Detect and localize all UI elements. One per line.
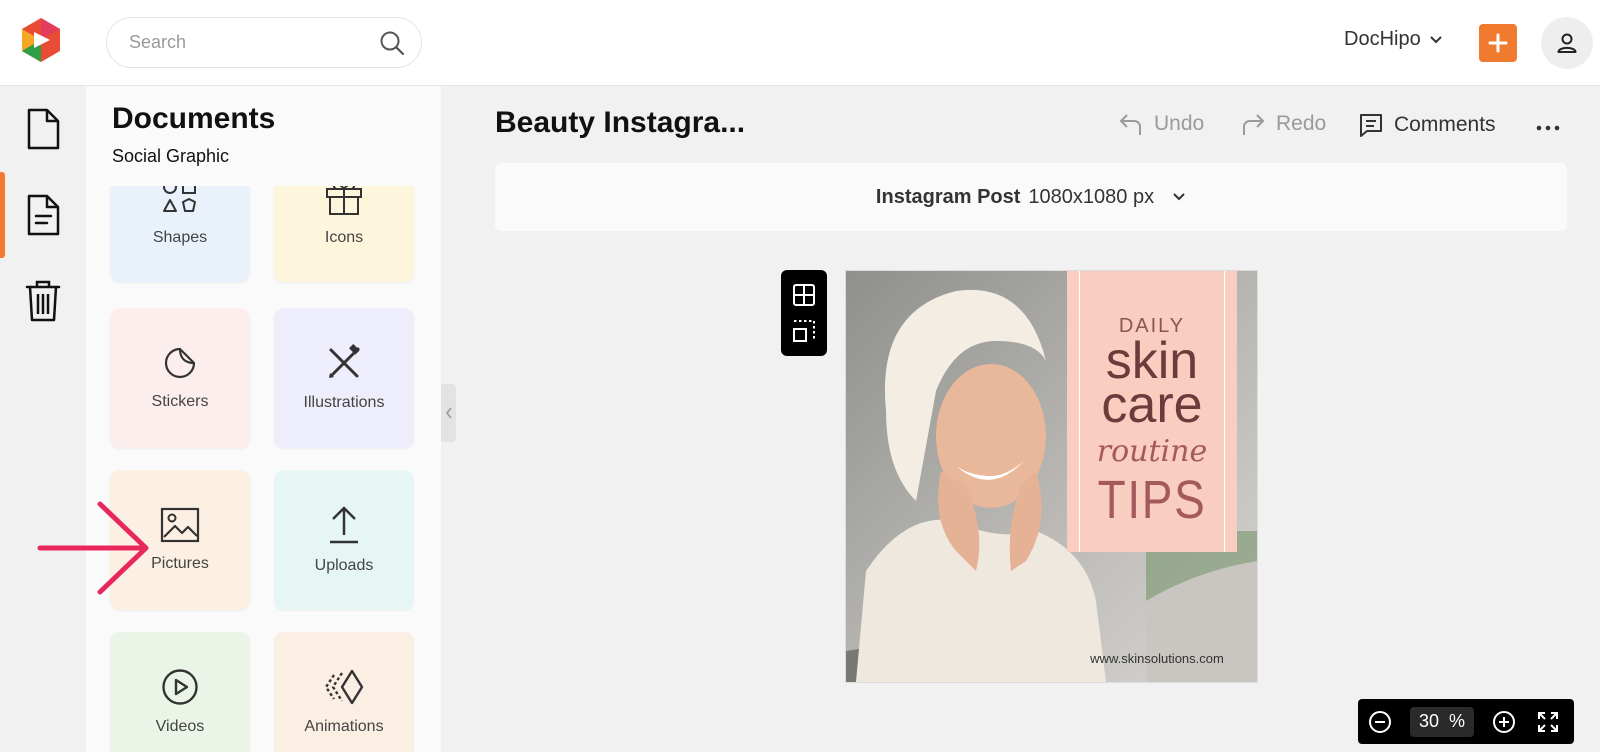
sticker-icon xyxy=(164,347,196,379)
chevron-down-icon xyxy=(1173,193,1185,201)
tile-label: Uploads xyxy=(314,557,374,574)
title-card[interactable]: DAILY skin care routine TIPS xyxy=(1067,271,1237,552)
design-canvas[interactable]: DAILY skin care routine TIPS www.skinsol… xyxy=(846,271,1257,682)
tile-label: Shapes xyxy=(152,229,208,246)
fullscreen-button[interactable] xyxy=(1526,699,1570,744)
redo-button[interactable]: Redo xyxy=(1240,112,1326,136)
zoom-out-button[interactable] xyxy=(1358,699,1402,744)
text-website-url[interactable]: www.skinsolutions.com xyxy=(1062,651,1252,666)
trash-icon xyxy=(25,280,61,322)
plus-icon xyxy=(1488,33,1508,53)
undo-button[interactable]: Undo xyxy=(1118,112,1204,136)
zoom-value-field[interactable]: 30 % xyxy=(1410,706,1474,737)
zoom-value: 30 xyxy=(1418,711,1439,731)
top-bar: DocHipo xyxy=(0,0,1600,86)
rail-item-current-document[interactable] xyxy=(0,172,86,258)
search-box[interactable] xyxy=(106,17,422,68)
tile-label: Illustrations xyxy=(303,394,385,411)
zoom-controls: 30 % xyxy=(1358,699,1574,744)
comments-label: Comments xyxy=(1394,113,1496,136)
image-icon xyxy=(160,507,200,543)
grid-icon[interactable] xyxy=(792,283,816,307)
expand-icon xyxy=(1538,711,1558,732)
account-label: DocHipo xyxy=(1344,28,1421,50)
tile-shapes[interactable]: Shapes xyxy=(110,186,250,282)
rail-item-trash[interactable] xyxy=(0,258,86,344)
format-size: 1080x1080 px xyxy=(1028,185,1155,208)
profile-button[interactable] xyxy=(1541,17,1593,69)
undo-icon xyxy=(1119,114,1141,135)
tile-label: Animations xyxy=(304,718,384,735)
format-size-selector[interactable]: Instagram Post 1080x1080 px xyxy=(495,163,1567,231)
tile-label: Icons xyxy=(324,229,364,246)
tile-label: Pictures xyxy=(151,555,209,572)
chevron-left-icon xyxy=(445,407,452,419)
chevron-down-icon xyxy=(1429,28,1443,51)
play-circle-icon xyxy=(162,669,198,705)
more-horizontal-icon xyxy=(1536,125,1560,131)
more-options-button[interactable] xyxy=(1534,114,1562,142)
tile-videos[interactable]: Videos xyxy=(110,632,250,752)
tile-label: Stickers xyxy=(151,393,209,410)
comment-icon xyxy=(1360,114,1382,137)
collapse-panel-handle[interactable] xyxy=(441,384,456,442)
minus-circle-icon xyxy=(1369,710,1391,733)
element-tiles: Shapes Icons Stickers Illustrations Pict… xyxy=(86,186,441,752)
tile-animations[interactable]: Animations xyxy=(274,632,414,752)
plus-circle-icon xyxy=(1493,710,1515,733)
tile-icons[interactable]: Icons xyxy=(274,186,414,282)
search-input[interactable] xyxy=(129,18,369,67)
undo-label: Undo xyxy=(1154,112,1205,135)
gift-icon xyxy=(326,186,362,215)
text-care[interactable]: care xyxy=(1067,379,1237,431)
shapes-icon xyxy=(163,186,196,212)
panel-subtitle: Social Graphic xyxy=(112,146,230,166)
documents-panel: Documents Social Graphic Shapes Icons St… xyxy=(86,86,441,752)
redo-icon xyxy=(1243,114,1265,135)
rail-item-documents[interactable] xyxy=(0,86,86,172)
canvas-tools xyxy=(781,270,827,356)
tile-label: Videos xyxy=(155,718,205,735)
zoom-unit: % xyxy=(1449,711,1466,731)
document-title[interactable]: Beauty Instagra... xyxy=(495,106,745,140)
text-tips[interactable]: TIPS xyxy=(1080,473,1225,527)
pen-brush-icon xyxy=(329,344,360,378)
animation-icon xyxy=(324,669,364,705)
resize-selection-icon[interactable] xyxy=(792,319,816,343)
search-icon[interactable] xyxy=(379,30,405,61)
comments-button[interactable]: Comments xyxy=(1358,112,1496,138)
document-icon xyxy=(27,108,60,150)
redo-label: Redo xyxy=(1276,112,1327,135)
tile-stickers[interactable]: Stickers xyxy=(110,308,250,448)
create-new-button[interactable] xyxy=(1479,24,1517,62)
left-rail xyxy=(0,86,86,752)
dochipo-logo[interactable] xyxy=(18,16,64,64)
file-text-icon xyxy=(27,194,60,236)
tile-uploads[interactable]: Uploads xyxy=(274,470,414,610)
tile-illustrations[interactable]: Illustrations xyxy=(274,308,414,448)
zoom-in-button[interactable] xyxy=(1482,699,1526,744)
pointer-arrow-annotation xyxy=(37,501,149,595)
upload-icon xyxy=(330,506,358,544)
text-routine[interactable]: routine xyxy=(1067,437,1237,467)
account-menu[interactable]: DocHipo xyxy=(1344,28,1443,51)
format-name: Instagram Post xyxy=(875,185,1021,208)
user-icon xyxy=(1557,33,1577,53)
panel-title: Documents xyxy=(112,102,276,135)
